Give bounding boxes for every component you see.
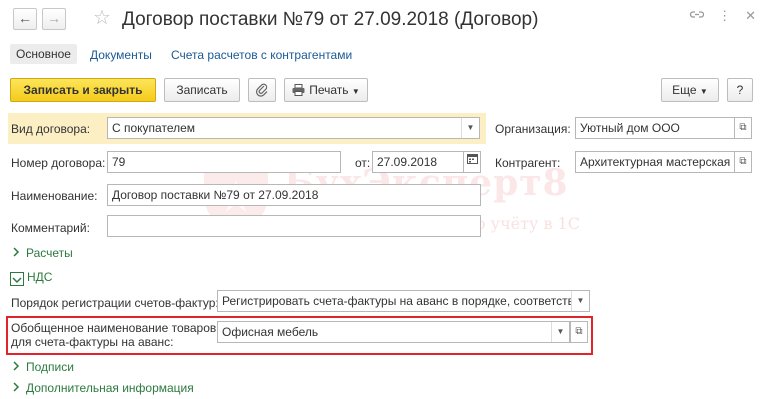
calendar-icon bbox=[466, 154, 478, 164]
chevron-down-icon: ▼ bbox=[351, 87, 360, 96]
organization-label: Организация: bbox=[495, 122, 571, 136]
chevron-down-icon[interactable]: ▼ bbox=[461, 118, 479, 138]
open-icon: ⧉ bbox=[739, 122, 747, 133]
name-label: Наименование: bbox=[11, 189, 98, 203]
section-signatures-label: Подписи bbox=[26, 360, 74, 374]
chevron-down-icon: ▼ bbox=[699, 87, 708, 96]
open-organization-button[interactable]: ⧉ bbox=[734, 117, 752, 139]
chevron-right-icon bbox=[12, 360, 26, 374]
comment-field[interactable] bbox=[107, 215, 481, 237]
open-counterparty-button[interactable]: ⧉ bbox=[734, 151, 752, 173]
date-field[interactable]: 27.09.2018 bbox=[372, 151, 464, 173]
contract-type-label: Вид договора: bbox=[11, 122, 91, 136]
forward-button[interactable]: → bbox=[42, 8, 66, 30]
more-icon[interactable]: ⋮ bbox=[718, 8, 731, 24]
contract-number-label: Номер договора: bbox=[11, 156, 106, 170]
contract-type-select[interactable]: С покупателем ▼ bbox=[107, 117, 480, 139]
invoice-order-label: Порядок регистрации счетов-фактур: bbox=[11, 296, 219, 310]
organization-field[interactable]: Уютный дом ООО bbox=[575, 117, 735, 139]
goods-name-field[interactable]: Офисная мебель ▼ bbox=[217, 321, 570, 343]
save-and-close-button[interactable]: Записать и закрыть bbox=[10, 78, 156, 102]
save-button[interactable]: Записать bbox=[164, 78, 240, 102]
favorite-star-icon[interactable]: ☆ bbox=[93, 6, 111, 30]
section-signatures[interactable]: Подписи bbox=[12, 360, 74, 374]
section-settlements[interactable]: Расчеты bbox=[12, 246, 73, 260]
tab-main[interactable]: Основное bbox=[10, 44, 77, 64]
contract-type-value: С покупателем bbox=[112, 121, 196, 135]
chevron-down-icon[interactable]: ▼ bbox=[571, 291, 589, 311]
window-controls: ⋮ ✕ bbox=[689, 8, 756, 24]
more-label: Еще bbox=[672, 83, 697, 97]
section-vat[interactable]: НДС bbox=[10, 270, 52, 286]
section-settlements-label: Расчеты bbox=[26, 246, 73, 260]
print-button[interactable]: Печать ▼ bbox=[284, 78, 368, 102]
print-label: Печать bbox=[309, 83, 349, 97]
date-label: от: bbox=[355, 156, 371, 170]
counterparty-label: Контрагент: bbox=[495, 156, 561, 170]
chevron-down-icon bbox=[10, 272, 24, 286]
comment-label: Комментарий: bbox=[11, 221, 90, 235]
chevron-right-icon bbox=[12, 381, 26, 395]
more-menu-button[interactable]: Еще ▼ bbox=[661, 78, 719, 102]
link-icon[interactable] bbox=[689, 8, 705, 24]
open-goods-name-button[interactable]: ⧉ bbox=[570, 321, 588, 343]
attach-button[interactable] bbox=[248, 78, 276, 102]
contract-number-field[interactable]: 79 bbox=[107, 151, 341, 173]
calendar-button[interactable] bbox=[463, 151, 481, 173]
open-icon: ⧉ bbox=[575, 326, 583, 337]
paperclip-icon bbox=[255, 83, 268, 97]
tab-accounts[interactable]: Счета расчетов с контрагентами bbox=[171, 48, 352, 62]
invoice-order-select[interactable]: Регистрировать счета-фактуры на аванс в … bbox=[217, 290, 590, 312]
back-button[interactable]: ← bbox=[13, 8, 37, 30]
invoice-order-value: Регистрировать счета-фактуры на аванс в … bbox=[222, 294, 580, 308]
goods-name-value: Офисная мебель bbox=[222, 325, 319, 339]
open-icon: ⧉ bbox=[739, 156, 747, 167]
window-title: Договор поставки №79 от 27.09.2018 (Дого… bbox=[122, 9, 539, 30]
tab-documents[interactable]: Документы bbox=[90, 48, 152, 62]
section-additional[interactable]: Дополнительная информация bbox=[12, 381, 194, 395]
chevron-right-icon bbox=[12, 246, 26, 260]
counterparty-field[interactable]: Архитектурная мастерская bbox=[575, 151, 735, 173]
goods-name-label-line2: для счета-фактуры на аванс: bbox=[11, 335, 174, 349]
chevron-down-icon[interactable]: ▼ bbox=[551, 322, 569, 342]
section-vat-label: НДС bbox=[27, 270, 53, 284]
help-button[interactable]: ? bbox=[727, 78, 753, 102]
section-additional-label: Дополнительная информация bbox=[26, 381, 194, 395]
close-icon[interactable]: ✕ bbox=[745, 8, 756, 24]
name-field[interactable]: Договор поставки №79 от 27.09.2018 bbox=[107, 184, 481, 206]
printer-icon bbox=[292, 81, 305, 103]
